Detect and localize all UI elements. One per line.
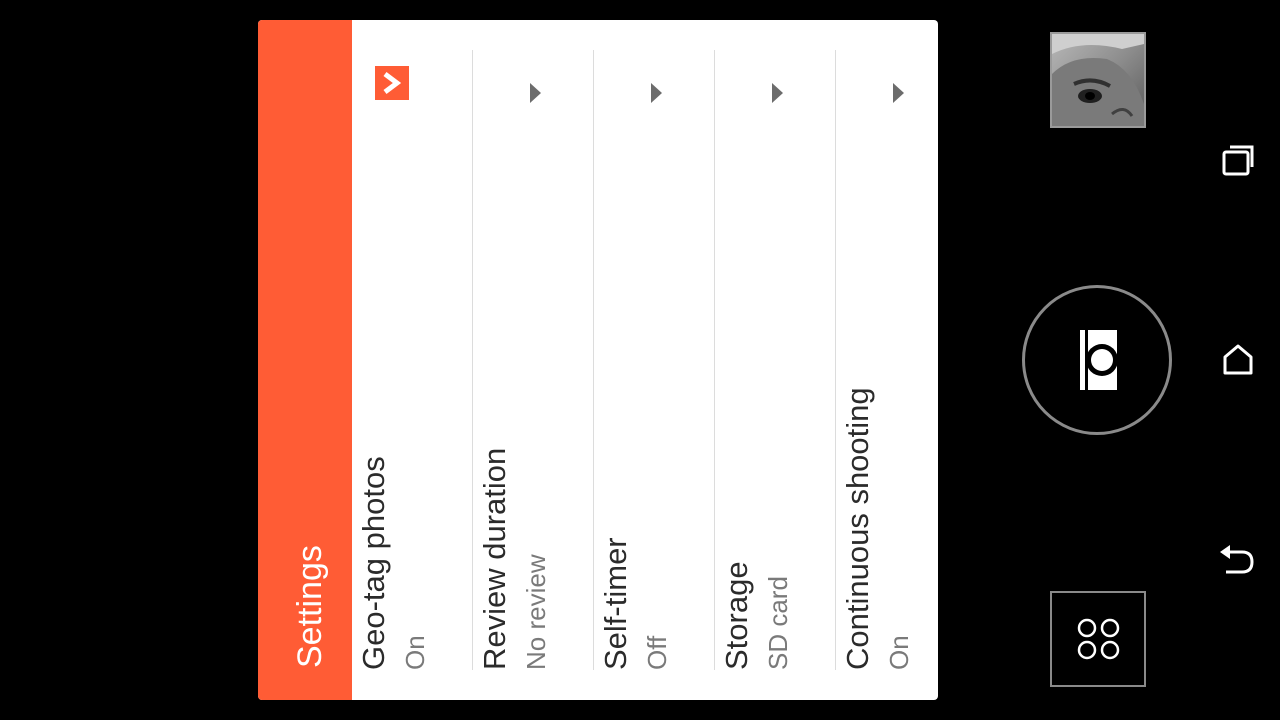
setting-label: Geo-tag photos	[356, 456, 391, 670]
recents-icon	[1222, 145, 1254, 176]
setting-label: Continuous shooting	[840, 387, 875, 670]
setting-label: Review duration	[477, 447, 512, 670]
shutter-button[interactable]	[1022, 285, 1172, 435]
caret-right-icon	[651, 83, 662, 103]
setting-label: Storage	[719, 561, 754, 670]
setting-value: On	[884, 635, 914, 670]
caret-right-icon	[893, 83, 904, 103]
setting-item-storage[interactable]: Storage SD card	[715, 50, 836, 670]
gallery-thumbnail[interactable]	[1050, 32, 1146, 128]
setting-item-review-duration[interactable]: Review duration No review	[473, 50, 594, 670]
home-button[interactable]	[1214, 336, 1262, 384]
setting-value: On	[400, 635, 430, 670]
setting-item-continuous-shooting[interactable]: Continuous shooting On	[836, 50, 938, 670]
recents-button[interactable]	[1214, 136, 1262, 184]
setting-value: SD card	[763, 576, 793, 670]
chevron-right-icon	[375, 66, 409, 100]
settings-dialog: Settings Geo-tag photos On Review durati…	[258, 20, 938, 700]
camera-shutter-icon	[1080, 330, 1118, 390]
caret-right-icon	[530, 83, 541, 103]
settings-header: Settings	[258, 20, 352, 700]
setting-item-self-timer[interactable]: Self-timer Off	[594, 50, 715, 670]
setting-item-geo-tag[interactable]: Geo-tag photos On	[352, 50, 473, 670]
camera-modes-icon	[1077, 618, 1120, 660]
back-icon	[1220, 545, 1254, 574]
dialog-title: Settings	[291, 545, 329, 668]
setting-label: Self-timer	[598, 537, 633, 670]
camera-modes-button[interactable]	[1050, 591, 1146, 687]
back-button[interactable]	[1214, 536, 1262, 584]
home-icon	[1223, 344, 1253, 375]
photo-thumbnail-icon	[1052, 34, 1144, 126]
setting-value: No review	[521, 554, 551, 670]
camera-screen: Settings Geo-tag photos On Review durati…	[0, 0, 1280, 720]
setting-value: Off	[642, 635, 672, 670]
caret-right-icon	[772, 83, 783, 103]
